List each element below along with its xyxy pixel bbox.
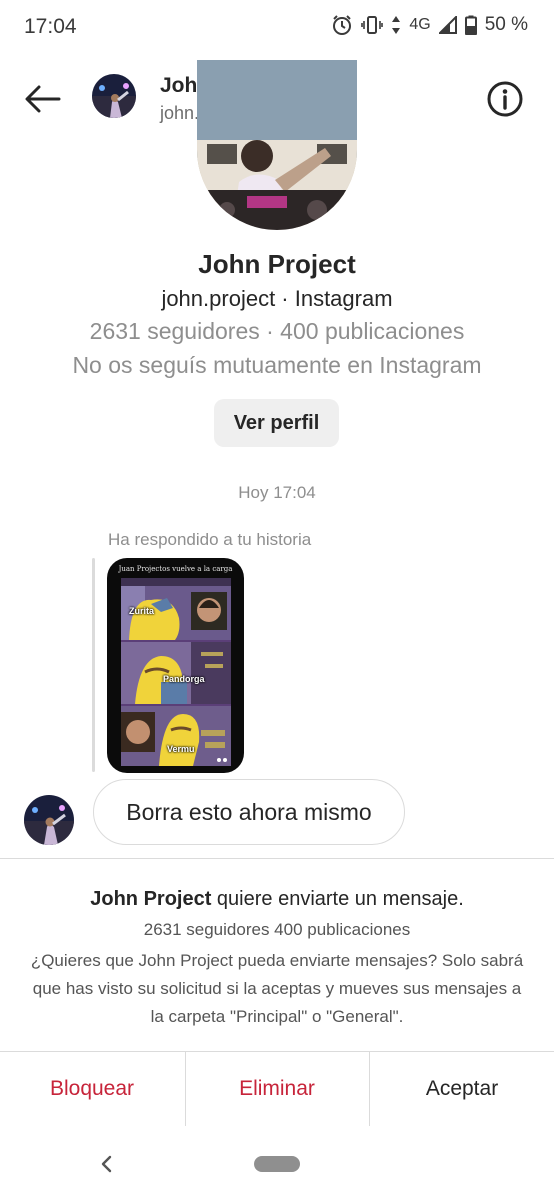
- request-stats: 2631 seguidores 400 publicaciones: [143, 920, 411, 939]
- profile-handle: john.project · Instagram: [161, 286, 393, 311]
- info-button[interactable]: [486, 80, 524, 118]
- header-avatar[interactable]: [92, 74, 136, 118]
- meme-panel-3: Vermu: [121, 706, 231, 766]
- request-title: John Project quiere enviarte un mensaje.: [0, 888, 554, 911]
- nav-back-icon[interactable]: [96, 1152, 118, 1176]
- request-divider: [0, 858, 554, 859]
- story-reply-label: Ha respondido a tu historia: [108, 530, 312, 549]
- meme-label-1: Zurita: [129, 606, 155, 616]
- meme-label-2: Pandorga: [163, 674, 205, 684]
- vibrate-icon: [361, 16, 384, 34]
- request-title-text: quiere enviarte un mensaje.: [211, 888, 464, 910]
- reply-quote-line: [92, 558, 95, 772]
- accept-button[interactable]: Aceptar: [369, 1052, 554, 1126]
- status-bar: 17:04 4G 50 %: [0, 0, 554, 56]
- nav-home-pill[interactable]: [254, 1156, 300, 1172]
- data-arrows-icon: [392, 16, 401, 34]
- back-button[interactable]: [22, 78, 64, 120]
- request-description: ¿Quieres que John Project pueda enviarte…: [30, 951, 524, 1026]
- request-title-name: John Project: [90, 888, 212, 910]
- story-meme: Zurita Pandorga Vermu: [121, 578, 231, 766]
- battery-percent: 50 %: [484, 14, 528, 35]
- story-thumbnail[interactable]: Juan Projectos vuelve a la carga Zurita: [107, 558, 244, 773]
- message-timestamp: Hoy 17:04: [238, 483, 316, 502]
- status-time: 17:04: [24, 15, 77, 38]
- meme-label-3: Vermu: [167, 744, 195, 754]
- back-arrow-icon: [25, 85, 61, 113]
- battery-icon: [464, 15, 477, 35]
- status-icons: 4G 50 %: [331, 14, 528, 36]
- message-bubble[interactable]: Borra esto ahora mismo: [93, 779, 405, 845]
- story-caption: Juan Projectos vuelve a la carga: [118, 565, 233, 573]
- system-nav-bar: [0, 1130, 554, 1200]
- info-icon: [487, 81, 523, 117]
- profile-stats: 2631 seguidores · 400 publicaciones: [89, 318, 465, 344]
- block-button[interactable]: Bloquear: [0, 1052, 184, 1126]
- meme-panel-2: Pandorga: [121, 642, 231, 704]
- profile-avatar[interactable]: [197, 60, 357, 230]
- network-type: 4G: [409, 16, 431, 33]
- view-profile-button[interactable]: Ver perfil: [214, 399, 339, 447]
- sender-avatar[interactable]: [24, 795, 74, 845]
- delete-button[interactable]: Eliminar: [185, 1052, 368, 1126]
- alarm-icon: [333, 15, 352, 35]
- profile-name: John Project: [198, 249, 356, 279]
- mutual-follow-status: No os seguís mutuamente en Instagram: [72, 352, 482, 378]
- meme-panel-1: Zurita: [121, 578, 231, 640]
- signal-icon: [438, 16, 457, 34]
